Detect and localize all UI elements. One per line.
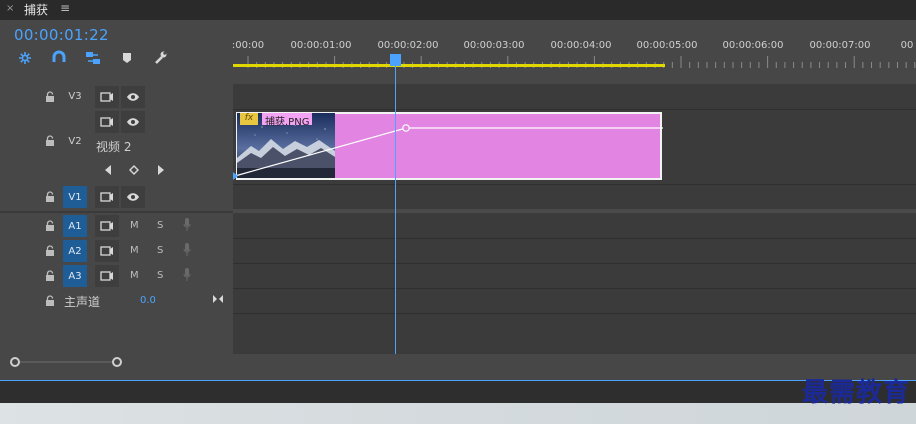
lock-icon[interactable]	[45, 295, 55, 307]
ruler-label: 00	[900, 40, 914, 51]
ruler-label: 00:00:04:00	[550, 40, 612, 51]
ruler-label: 00:00:01:00	[290, 40, 352, 51]
toggle-sync-lock-icon[interactable]	[95, 186, 119, 208]
playhead-timecode[interactable]: 00:00:01:22	[14, 26, 109, 44]
jump-to-edit-icon[interactable]	[212, 294, 224, 307]
add-marker-icon[interactable]	[118, 49, 136, 67]
solo-button[interactable]: S	[157, 270, 163, 281]
work-area-bar[interactable]	[233, 64, 665, 67]
track-header-a2: A2 M S	[0, 238, 233, 263]
ruler-label: 00:00:05:00	[636, 40, 698, 51]
lock-icon[interactable]	[45, 91, 55, 103]
track-divider	[233, 288, 916, 289]
ruler-label: 00:00:03:00	[463, 40, 525, 51]
ruler-label: 00:00:06:00	[722, 40, 784, 51]
scrollbar-right-handle[interactable]	[112, 357, 122, 367]
watermark-text: 最需教育	[801, 378, 910, 408]
sequence-tab[interactable]: 捕获	[24, 1, 48, 18]
track-header-v1: V1	[0, 184, 233, 209]
lock-icon[interactable]	[45, 220, 55, 232]
playhead-line[interactable]	[395, 58, 396, 356]
ruler-label: :00:00	[231, 40, 265, 51]
track-label-v2: 视频 2	[96, 140, 132, 154]
track-divider	[233, 184, 916, 185]
toggle-sync-lock-icon[interactable]	[95, 215, 119, 237]
playhead-handle[interactable]	[390, 54, 401, 66]
microphone-icon[interactable]	[183, 268, 191, 285]
lock-icon[interactable]	[45, 135, 55, 147]
microphone-icon[interactable]	[183, 243, 191, 260]
add-keyframe-icon[interactable]	[129, 165, 139, 178]
opacity-keyframe-line[interactable]	[233, 110, 665, 182]
next-keyframe-icon[interactable]	[157, 165, 165, 178]
wrench-settings-icon[interactable]	[151, 49, 169, 67]
scrollbar-track[interactable]	[14, 361, 118, 363]
toggle-sync-lock-icon[interactable]	[95, 265, 119, 287]
bottom-panel-strip	[0, 381, 916, 403]
track-name-v3: V3	[68, 91, 82, 102]
snap-icon[interactable]	[50, 49, 68, 67]
panel-tab-bar: × 捕获 ≡	[0, 0, 916, 20]
source-patch-a2[interactable]: A2	[63, 240, 87, 262]
toggle-sync-lock-icon[interactable]	[95, 111, 119, 133]
insert-nest-icon[interactable]	[16, 49, 34, 67]
time-ruler[interactable]: :00:00 00:00:01:00 00:00:02:00 00:00:03:…	[231, 20, 916, 68]
solo-button[interactable]: S	[157, 245, 163, 256]
mute-button[interactable]: M	[130, 270, 139, 281]
master-label: 主声道	[64, 295, 101, 309]
close-tab-icon[interactable]: ×	[6, 3, 14, 14]
toggle-output-eye-icon[interactable]	[121, 86, 145, 108]
lock-icon[interactable]	[45, 245, 55, 257]
zoom-scrollbar[interactable]	[0, 354, 916, 370]
track-name-v2: V2	[68, 136, 82, 147]
toggle-sync-lock-icon[interactable]	[95, 86, 119, 108]
toggle-output-eye-icon[interactable]	[121, 186, 145, 208]
linked-selection-icon[interactable]	[84, 49, 102, 67]
ruler-label: 00:00:07:00	[809, 40, 871, 51]
microphone-icon[interactable]	[183, 218, 191, 235]
timeline-header: 00:00:01:22	[0, 20, 233, 84]
ruler-label: 00:00:02:00	[377, 40, 439, 51]
lock-icon[interactable]	[45, 191, 55, 203]
mute-button[interactable]: M	[130, 245, 139, 256]
scrollbar-left-handle[interactable]	[10, 357, 20, 367]
track-header-v2: V2 视频 2	[0, 109, 233, 184]
track-divider	[233, 313, 916, 314]
toggle-sync-lock-icon[interactable]	[95, 240, 119, 262]
track-divider	[233, 263, 916, 264]
video-audio-divider	[233, 209, 916, 213]
timeline-panel: 00:00:01:22 :00:00 00:00:01:00 00:00:02:…	[0, 20, 916, 382]
footer-band	[0, 403, 916, 424]
track-header-master: 主声道 0.0	[0, 288, 233, 313]
track-headers: V3 V2 视频 2 V1 A1 M S A2 M S A3 M S 主声道 0…	[0, 84, 233, 314]
master-volume-value[interactable]: 0.0	[140, 295, 156, 306]
keyframe-marker[interactable]	[402, 124, 410, 132]
track-header-a3: A3 M S	[0, 263, 233, 288]
clip-in-marker-icon	[233, 172, 238, 180]
source-patch-a3[interactable]: A3	[63, 265, 87, 287]
lock-icon[interactable]	[45, 270, 55, 282]
solo-button[interactable]: S	[157, 220, 163, 231]
panel-menu-icon[interactable]: ≡	[60, 1, 70, 15]
mute-button[interactable]: M	[130, 220, 139, 231]
track-divider	[233, 238, 916, 239]
prev-keyframe-icon[interactable]	[104, 165, 112, 178]
source-patch-a1[interactable]: A1	[63, 215, 87, 237]
track-header-v3: V3	[0, 84, 233, 109]
toggle-output-eye-icon[interactable]	[121, 111, 145, 133]
source-patch-v1[interactable]: V1	[63, 186, 87, 208]
track-header-a1: A1 M S	[0, 213, 233, 238]
